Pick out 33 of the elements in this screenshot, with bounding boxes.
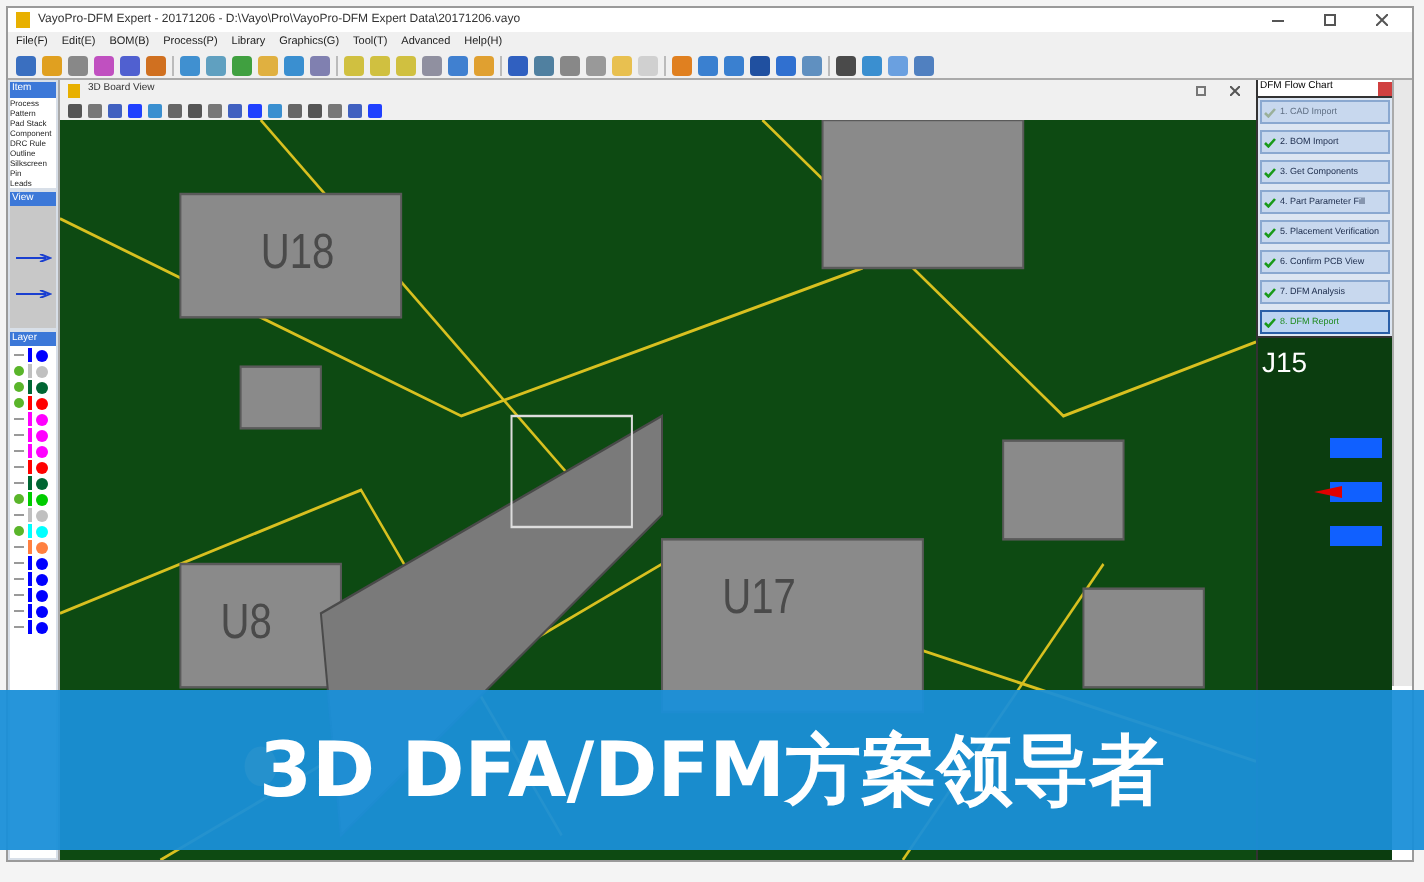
ic-chip	[1082, 587, 1205, 689]
visibility-toggle[interactable]	[14, 494, 24, 504]
visibility-toggle[interactable]	[14, 398, 24, 408]
maximize-button[interactable]	[1324, 14, 1336, 26]
close-icon[interactable]	[1230, 85, 1240, 95]
close-button[interactable]	[1378, 81, 1392, 95]
minimize-icon[interactable]	[1272, 19, 1284, 21]
app-logo-icon	[68, 83, 80, 97]
chip-label: U8	[220, 594, 272, 649]
scrollbar[interactable]	[1392, 80, 1412, 686]
check-icon	[1264, 257, 1276, 267]
app-logo-icon	[16, 12, 30, 28]
selection-box[interactable]	[510, 414, 633, 529]
visibility-toggle[interactable]	[14, 382, 24, 392]
check-icon	[1264, 317, 1276, 327]
banner-headline: 3D DFA/DFM方案领导者	[259, 723, 1165, 817]
visibility-toggle[interactable]	[14, 366, 24, 376]
check-icon	[1264, 107, 1276, 117]
close-icon[interactable]	[1376, 14, 1388, 26]
maximize-button[interactable]	[1196, 85, 1206, 95]
visibility-toggle[interactable]	[14, 526, 24, 536]
check-icon	[1264, 227, 1276, 237]
arrow-icon	[16, 254, 52, 262]
silkscreen-label: J15	[1262, 344, 1308, 382]
arrow-icon	[16, 290, 52, 298]
check-icon	[1264, 167, 1276, 177]
check-icon	[1264, 287, 1276, 297]
chip-label: U17	[722, 569, 796, 625]
ic-chip	[1002, 439, 1125, 541]
chip-label: U18	[260, 224, 335, 279]
check-icon	[1264, 197, 1276, 207]
check-icon	[1264, 137, 1276, 147]
ic-chip	[239, 365, 322, 430]
